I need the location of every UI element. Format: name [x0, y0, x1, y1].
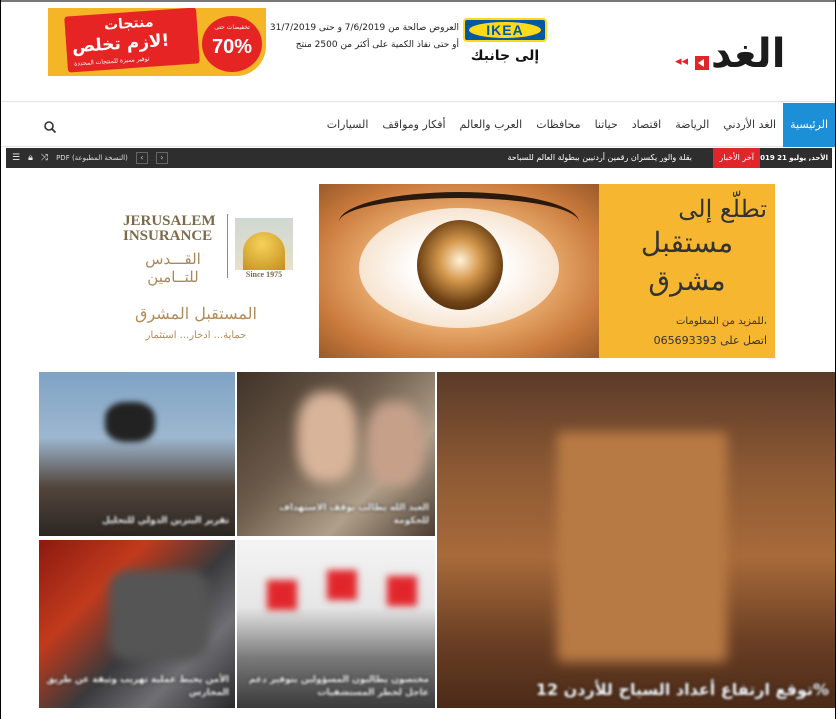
tile-caption: تقرير البنزين الدولي للتحليل [101, 516, 229, 526]
tile-caption: الأمن يحبط عملية تهريب وثيقة عن طريق الم… [46, 675, 229, 698]
ikea-line-2: أو حتى نفاذ الكمية على أكثر من 2500 منتج [295, 40, 459, 50]
insurance-name-2: INSURANCE [123, 228, 213, 244]
tile-image [297, 392, 357, 482]
tile-image [105, 402, 155, 442]
news-tile[interactable]: الأمن يحبط عملية تهريب وثيقة عن طريق الم… [39, 540, 235, 708]
logo-text: الغد [711, 31, 786, 77]
tile-image [367, 402, 423, 486]
site-header: منتجات لازم تخلص! توفير مميزة للمنتجات ا… [1, 2, 835, 102]
logo-play-icon [695, 56, 709, 70]
promo-discount-badge: تخفيضات حتى 70% [202, 16, 262, 72]
nav-items: الرئيسية الغد الأردني الرياضة اقتصاد حيا… [320, 103, 835, 147]
ikea-logo[interactable]: IKEA [463, 18, 547, 42]
nav-item-world[interactable]: العرب والعالم [453, 103, 530, 147]
site-logo[interactable]: ◂◂ الغد [675, 30, 835, 82]
tile-image [557, 432, 727, 662]
nav-item-life[interactable]: حياتنا [588, 103, 625, 147]
eye-lash [339, 192, 579, 252]
nav-item-governorates[interactable]: محافظات [529, 103, 587, 147]
tile-image [257, 570, 427, 630]
ad-banner[interactable]: JERUSALEM INSURANCE القـــدس للتــامين S… [41, 180, 781, 360]
insurance-divider [227, 214, 228, 278]
ikea-ad-text[interactable]: العروض صالحة من 7/6/2019 و حتى 31/7/2019… [269, 20, 459, 54]
nav-item-opinion[interactable]: أفكار ومواقف [375, 103, 452, 147]
pdf-link[interactable]: PDF (النسخة المطبوعة) [56, 154, 128, 162]
insurance-name-1: JERUSALEM [123, 213, 216, 229]
ticker-headline[interactable]: بقلة والور يكسران رقمين أردنيين ببطولة ا… [507, 148, 692, 168]
nav-item-sports[interactable]: الرياضة [668, 103, 716, 147]
tile-caption: توقع ارتفاع أعداد السياح للأردن 12% [535, 680, 829, 699]
next-icon[interactable]: › [155, 152, 168, 164]
ikea-logo-text: IKEA [469, 22, 541, 38]
shuffle-icon[interactable]: ⤨ [41, 153, 48, 163]
tile-image [109, 570, 209, 660]
logo-arrows-icon: ◂◂ [675, 54, 689, 69]
news-grid: تقرير البنزين الدولي للتحليل العبد الله … [39, 372, 835, 708]
ikea-line-1: العروض صالحة من 7/6/2019 و حتى 31/7/2019 [269, 23, 459, 33]
ad-info: للمزيد من المعلومات، [676, 316, 767, 327]
promo-discount-label: تخفيضات حتى [214, 24, 250, 31]
prev-icon[interactable]: ‹ [135, 152, 148, 164]
news-ticker: الأحد, يوليو 21 2019 آخر الأخبار بقلة وا… [6, 148, 832, 168]
dome-of-rock-image [235, 218, 293, 270]
insurance-name-ar: القـــدس للتــامين [145, 250, 201, 286]
main-nav: الرئيسية الغد الأردني الرياضة اقتصاد حيا… [1, 103, 835, 147]
ad-yellow-line-2: مستقبل [640, 226, 734, 259]
plus-mark [327, 570, 357, 600]
news-tile[interactable]: مختصون يطالبون المسؤولين بتوفير دعم عاجل… [237, 540, 435, 708]
ikea-tagline: إلى جانبك [470, 48, 540, 64]
ad-phone: اتصل على 065693393 [653, 334, 767, 347]
nav-item-economy[interactable]: اقتصاد [625, 103, 668, 147]
ad-yellow-line-3: مشرق [648, 264, 726, 297]
news-tile-featured[interactable]: توقع ارتفاع أعداد السياح للأردن 12% [437, 372, 835, 708]
nav-item-local[interactable]: الغد الأردني [716, 103, 783, 147]
ticker-date: الأحد, يوليو 21 2019 [755, 154, 828, 162]
ad-yellow-panel: تطلّع إلى مستقبل مشرق للمزيد من المعلوما… [599, 184, 775, 358]
insurance-logo-en: JERUSALEM INSURANCE [123, 214, 233, 244]
page: منتجات لازم تخلص! توفير مميزة للمنتجات ا… [0, 0, 836, 719]
promo-banner[interactable]: منتجات لازم تخلص! توفير مميزة للمنتجات ا… [48, 8, 266, 76]
promo-discount: 70% [211, 36, 253, 58]
news-tile[interactable]: تقرير البنزين الدولي للتحليل [39, 372, 235, 536]
menu-icon[interactable]: ☰ [12, 153, 20, 163]
tile-caption: مختصون يطالبون المسؤولين بتوفير دعم عاجل… [248, 675, 429, 698]
promo-title: منتجات [103, 14, 155, 34]
plus-mark [387, 576, 417, 606]
insurance-sub-slogan: حماية... ادخار... استثمار [145, 330, 247, 341]
insurance-slogan: المستقبل المشرق [135, 304, 257, 323]
search-icon[interactable] [43, 119, 57, 134]
ticker-label: آخر الأخبار [713, 148, 760, 168]
news-tile[interactable]: العبد الله يطالب بوقف الاستهداف للحكومة [237, 372, 435, 536]
ticker-tools: ☰ 🔒︎ ⤨ PDF (النسخة المطبوعة) ‹ › [12, 148, 168, 168]
nav-item-home[interactable]: الرئيسية [783, 103, 835, 147]
ad-yellow-line-1: تطلّع إلى [678, 195, 767, 223]
plus-mark [267, 580, 297, 610]
lock-icon[interactable]: 🔒︎ [28, 153, 33, 163]
nav-item-cars[interactable]: السيارات [320, 103, 376, 147]
tile-caption: العبد الله يطالب بوقف الاستهداف للحكومة [279, 503, 429, 526]
eye-image [319, 184, 599, 358]
insurance-since: Since 1975 [245, 270, 283, 279]
